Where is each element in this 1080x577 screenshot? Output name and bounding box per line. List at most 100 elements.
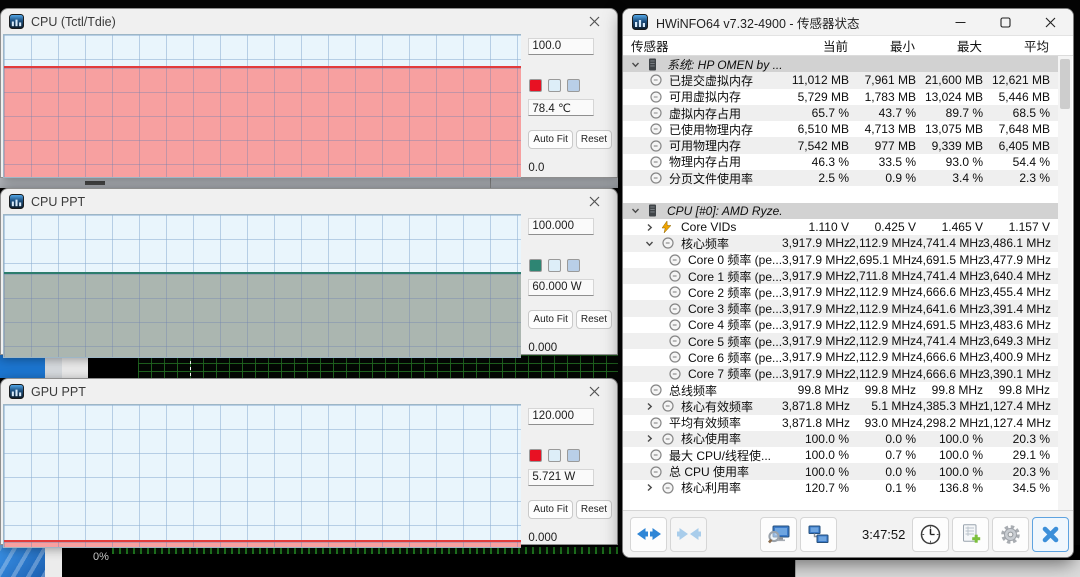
close-sensors-button[interactable] (1032, 517, 1069, 552)
sensor-row[interactable] (623, 186, 1058, 202)
graph-window-titlebar[interactable]: CPU (Tctl/Tdie) (1, 9, 617, 34)
value-max: 100.0 % (916, 465, 983, 479)
sensor-row[interactable]: 核心频率 3,917.9 MHz 2,112.9 MHz 4,741.4 MHz… (623, 235, 1058, 251)
close-icon[interactable] (579, 11, 609, 32)
sensor-icon (662, 482, 675, 494)
vertical-scrollbar[interactable] (1058, 56, 1072, 510)
value-current: 99.8 MHz (782, 383, 849, 397)
remote-monitoring-button[interactable] (800, 517, 837, 552)
reset-button[interactable]: Reset (576, 130, 612, 149)
sensor-row[interactable]: 已提交虚拟内存 11,012 MB 7,961 MB 21,600 MB 12,… (623, 72, 1058, 88)
graph-max-field[interactable]: 120.000 (528, 408, 594, 425)
value-max: 136.8 % (916, 481, 983, 495)
value-current: 3,871.8 MHz (782, 399, 849, 413)
graph-max-field[interactable]: 100.0 (528, 38, 594, 55)
value-min: 0.0 % (849, 432, 916, 446)
collapse-all-button[interactable] (670, 517, 707, 552)
background-color-swatch[interactable] (548, 79, 561, 92)
settings-gear-button[interactable] (992, 517, 1029, 552)
sensor-row[interactable]: 系统: HP OMEN by ... (623, 56, 1058, 72)
sensor-row[interactable]: 最大 CPU/线程使... 100.0 % 0.7 % 100.0 % 29.1… (623, 447, 1058, 463)
column-sensor[interactable]: 传感器 (623, 36, 781, 55)
row-expand-chevron[interactable] (644, 402, 655, 411)
series-color-swatch[interactable] (529, 259, 542, 272)
sensor-row[interactable]: 分页文件使用率 2.5 % 0.9 % 3.4 % 2.3 % (623, 170, 1058, 186)
sensor-row[interactable]: 总线频率 99.8 MHz 99.8 MHz 99.8 MHz 99.8 MHz (623, 382, 1058, 398)
column-max[interactable]: 最大 (915, 36, 982, 55)
hwinfo-titlebar[interactable]: HWiNFO64 v7.32-4900 - 传感器状态 (623, 9, 1073, 36)
start-logging-button[interactable] (952, 517, 989, 552)
sensor-icon (650, 384, 663, 396)
desktop-background: 0% CPU (Tctl/Tdie) 100.0 78.4 ℃ (0, 0, 1080, 577)
sensor-row[interactable]: 可用虚拟内存 5,729 MB 1,783 MB 13,024 MB 5,446… (623, 89, 1058, 105)
close-icon[interactable] (1028, 9, 1073, 35)
value-min: 2,112.9 MHz (849, 367, 916, 381)
sensor-row[interactable]: 可用物理内存 7,542 MB 977 MB 9,339 MB 6,405 MB (623, 137, 1058, 153)
sensor-label: 平均有效频率 (669, 414, 782, 431)
value-max: 4,641.6 MHz (916, 302, 983, 316)
maximize-icon[interactable] (983, 9, 1028, 35)
system-summary-button[interactable] (760, 517, 797, 552)
background-color-swatch[interactable] (548, 449, 561, 462)
sensor-row[interactable]: 总 CPU 使用率 100.0 % 0.0 % 100.0 % 20.3 % (623, 463, 1058, 479)
clock-button[interactable] (912, 517, 949, 552)
wallpaper-corner (0, 545, 45, 577)
series-color-swatch[interactable] (529, 449, 542, 462)
expand-all-button[interactable] (630, 517, 667, 552)
sensor-row[interactable]: 已使用物理内存 6,510 MB 4,713 MB 13,075 MB 7,64… (623, 121, 1058, 137)
sensor-row[interactable]: 核心利用率 120.7 % 0.1 % 136.8 % 34.5 % (623, 480, 1058, 496)
reset-button[interactable]: Reset (576, 500, 612, 519)
row-expand-chevron[interactable] (630, 60, 641, 69)
value-current: 65.7 % (782, 106, 849, 120)
graph-window-titlebar[interactable]: CPU PPT (1, 189, 617, 214)
background-gray-block (45, 355, 62, 378)
background-color-swatch[interactable] (548, 259, 561, 272)
sensor-row[interactable]: Core 4 频率 (pe... 3,917.9 MHz 2,112.9 MHz… (623, 317, 1058, 333)
sensor-row[interactable]: 核心使用率 100.0 % 0.0 % 100.0 % 20.3 % (623, 431, 1058, 447)
row-expand-chevron[interactable] (630, 206, 641, 215)
series-color-swatch[interactable] (529, 79, 542, 92)
value-current: 3,917.9 MHz (782, 253, 849, 267)
grid-color-swatch[interactable] (567, 259, 580, 272)
value-min: 1,783 MB (849, 90, 916, 104)
sensor-row[interactable]: Core 7 频率 (pe... 3,917.9 MHz 2,112.9 MHz… (623, 366, 1058, 382)
column-current[interactable]: 当前 (781, 36, 848, 55)
auto-fit-button[interactable]: Auto Fit (528, 500, 572, 519)
grid-color-swatch[interactable] (567, 79, 580, 92)
grid-color-swatch[interactable] (567, 449, 580, 462)
sensor-row[interactable]: Core 5 频率 (pe... 3,917.9 MHz 2,112.9 MHz… (623, 333, 1058, 349)
auto-fit-button[interactable]: Auto Fit (528, 310, 572, 329)
sensor-row[interactable]: Core VIDs 1.110 V 0.425 V 1.465 V 1.157 … (623, 219, 1058, 235)
column-min[interactable]: 最小 (848, 36, 915, 55)
graph-window-titlebar[interactable]: GPU PPT (1, 379, 617, 404)
auto-fit-button[interactable]: Auto Fit (528, 130, 572, 149)
close-icon[interactable] (579, 381, 609, 402)
sensor-row[interactable]: Core 0 频率 (pe... 3,917.9 MHz 2,695.1 MHz… (623, 252, 1058, 268)
sensor-row[interactable]: 平均有效频率 3,871.8 MHz 93.0 MHz 4,298.2 MHz … (623, 415, 1058, 431)
minimize-icon[interactable] (938, 9, 983, 35)
sensor-row[interactable]: CPU [#0]: AMD Ryze... (623, 203, 1058, 219)
row-expand-chevron[interactable] (644, 483, 655, 492)
sensor-row[interactable]: Core 3 频率 (pe... 3,917.9 MHz 2,112.9 MHz… (623, 300, 1058, 316)
scrollbar-thumb[interactable] (1060, 59, 1070, 109)
reset-button[interactable]: Reset (576, 310, 612, 329)
sensor-row[interactable]: 核心有效频率 3,871.8 MHz 5.1 MHz 4,385.3 MHz 1… (623, 398, 1058, 414)
row-expand-chevron[interactable] (644, 434, 655, 443)
value-min: 2,112.9 MHz (849, 318, 916, 332)
value-min: 4,713 MB (849, 122, 916, 136)
sensor-row[interactable]: Core 2 频率 (pe... 3,917.9 MHz 2,112.9 MHz… (623, 284, 1058, 300)
graph-max-field[interactable]: 100.000 (528, 218, 594, 235)
value-avg: 7,648 MB (983, 122, 1050, 136)
row-expand-chevron[interactable] (644, 223, 655, 232)
sensor-row[interactable]: Core 6 频率 (pe... 3,917.9 MHz 2,112.9 MHz… (623, 349, 1058, 365)
sensor-icon (669, 319, 682, 331)
value-min: 2,112.9 MHz (849, 302, 916, 316)
sensor-row[interactable]: Core 1 频率 (pe... 3,917.9 MHz 2,711.8 MHz… (623, 268, 1058, 284)
row-expand-chevron[interactable] (644, 239, 655, 248)
graph-window-cpu-temp: CPU (Tctl/Tdie) 100.0 78.4 ℃ Auto Fit Re… (0, 8, 618, 178)
sensor-row[interactable]: 物理内存占用 46.3 % 33.5 % 93.0 % 54.4 % (623, 154, 1058, 170)
close-icon[interactable] (579, 191, 609, 212)
sensor-row[interactable]: 虚拟内存占用 65.7 % 43.7 % 89.7 % 68.5 % (623, 105, 1058, 121)
sensor-label: CPU [#0]: AMD Ryze... (667, 204, 782, 218)
column-avg[interactable]: 平均 (982, 36, 1049, 55)
